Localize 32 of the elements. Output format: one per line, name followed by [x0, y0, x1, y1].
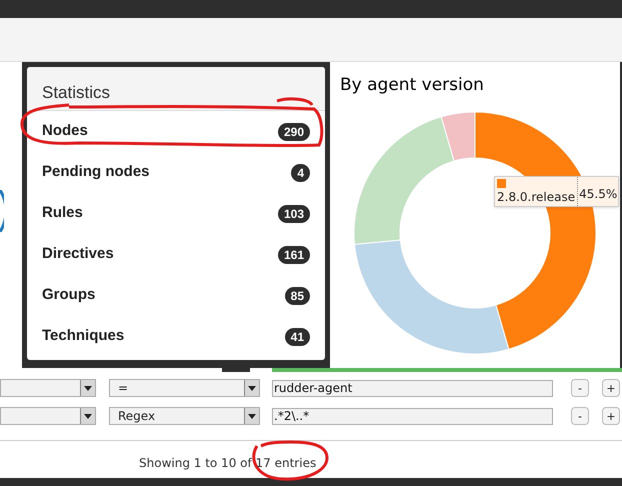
remove-button[interactable]: - — [571, 379, 589, 397]
dropdown[interactable]: = — [109, 379, 260, 397]
circle-edge-icon — [0, 190, 4, 232]
caret-icon — [244, 408, 259, 424]
remove-button[interactable]: - — [571, 407, 589, 425]
tooltip-value: 45.5% — [577, 177, 618, 206]
dropdown[interactable]: Regex — [109, 407, 260, 425]
stat-label[interactable]: Directives — [42, 243, 114, 266]
count-badge: 290 — [278, 122, 310, 140]
stat-label[interactable]: Pending nodes — [42, 161, 150, 184]
stat-label[interactable]: Rules — [42, 202, 83, 225]
chart-title: By agent version — [340, 74, 485, 97]
entries-info: Showing 1 to 10 of 17 entries — [139, 456, 316, 470]
dropdown[interactable] — [0, 407, 96, 425]
value-field[interactable]: rudder-agent — [272, 380, 553, 396]
caret-icon — [244, 380, 259, 396]
add-button[interactable]: + — [602, 379, 620, 397]
caret-icon — [80, 380, 95, 396]
stat-label[interactable]: Techniques — [42, 325, 124, 348]
dropdown[interactable] — [0, 379, 96, 397]
count-badge: 103 — [278, 204, 310, 222]
stat-label[interactable]: Groups — [42, 284, 96, 307]
value-field[interactable]: .*2\..* — [272, 408, 553, 424]
add-button[interactable]: + — [602, 407, 620, 425]
stat-label[interactable]: Nodes — [42, 120, 88, 143]
count-badge: 85 — [284, 286, 310, 304]
panel-title: Statistics — [27, 67, 325, 111]
tooltip-label: 2.8.0.release — [497, 189, 576, 206]
count-badge: 161 — [278, 246, 310, 264]
count-badge: 4 — [291, 164, 310, 182]
count-badge: 41 — [284, 328, 310, 346]
caret-icon — [80, 408, 95, 424]
